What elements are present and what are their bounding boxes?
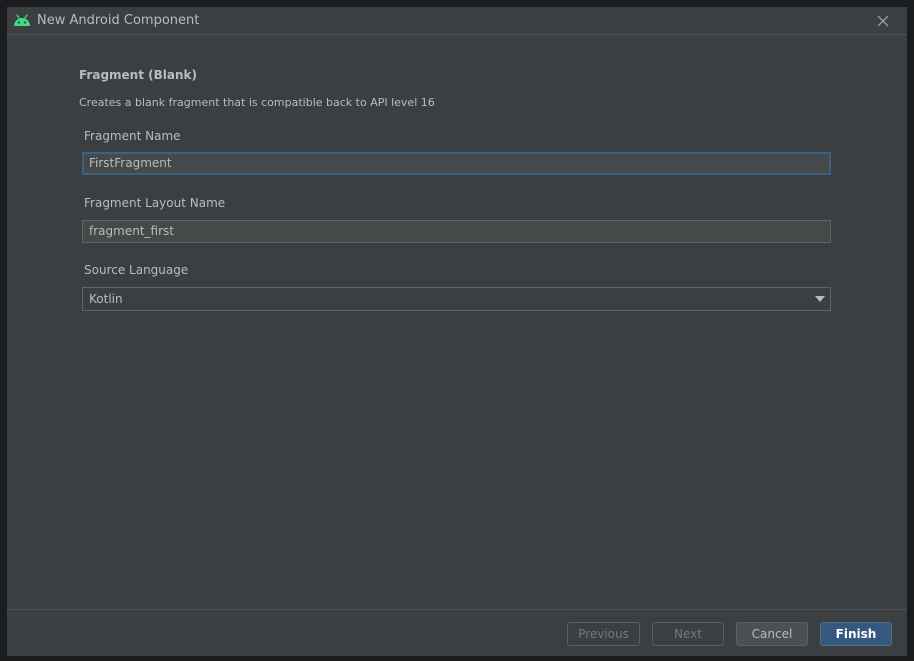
template-heading: Fragment (Blank) bbox=[79, 68, 197, 82]
dropdown-arrow-icon bbox=[815, 296, 825, 302]
window-title: New Android Component bbox=[37, 13, 200, 28]
cancel-button[interactable]: Cancel bbox=[736, 622, 808, 646]
title-bar: New Android Component bbox=[7, 7, 907, 35]
previous-button[interactable]: Previous bbox=[567, 622, 640, 646]
android-icon bbox=[13, 13, 31, 27]
dialog-footer: Previous Next Cancel Finish bbox=[7, 609, 907, 656]
fragment-layout-name-input[interactable]: fragment_first bbox=[82, 220, 831, 243]
close-button[interactable] bbox=[871, 10, 895, 32]
source-language-value: Kotlin bbox=[89, 292, 123, 306]
fragment-layout-name-label: Fragment Layout Name bbox=[84, 196, 226, 210]
next-button[interactable]: Next bbox=[652, 622, 724, 646]
form-content: Fragment (Blank) Creates a blank fragmen… bbox=[7, 35, 907, 610]
source-language-select[interactable]: Kotlin bbox=[82, 287, 831, 311]
template-description: Creates a blank fragment that is compati… bbox=[79, 96, 435, 109]
source-language-label: Source Language bbox=[84, 263, 189, 277]
close-icon bbox=[877, 15, 889, 27]
fragment-name-input[interactable]: FirstFragment bbox=[82, 152, 831, 175]
dialog-window: New Android Component Fragment (Blank) C… bbox=[7, 7, 907, 656]
finish-button[interactable]: Finish bbox=[820, 622, 892, 646]
fragment-name-label: Fragment Name bbox=[84, 129, 181, 143]
